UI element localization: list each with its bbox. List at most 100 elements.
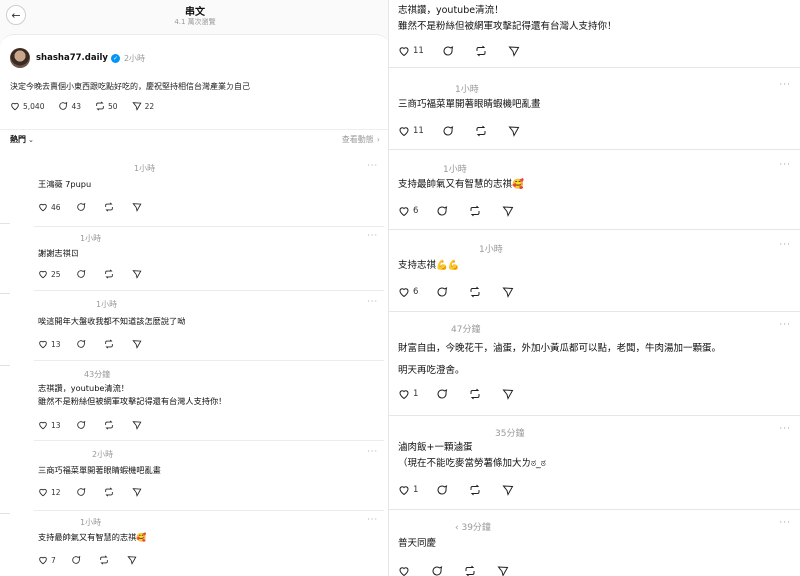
like-button[interactable]: 11 [398,125,424,137]
username[interactable]: shasha77.daily [36,53,108,63]
repost-button[interactable] [104,487,117,497]
comment-button[interactable] [442,45,457,57]
comment-button[interactable] [436,205,451,217]
like-button[interactable]: 1 [398,484,418,496]
comment-button[interactable] [436,388,451,400]
more-options-icon[interactable]: ··· [367,447,378,456]
more-options-icon[interactable]: ··· [779,320,791,330]
like-count: 46 [51,202,61,212]
reply-actions: 7 [38,555,155,565]
post-header: shasha77.daily ✓ 2小時 [10,47,145,69]
comment-icon [59,101,68,110]
reply-text: 唉這開年大盤收我都不知道該怎麼說了呦 [38,316,186,326]
comment-button[interactable] [442,125,457,137]
like-button[interactable]: 1 [398,388,418,400]
share-button[interactable] [131,420,145,430]
heart-icon [399,567,409,576]
heart-icon [39,270,47,279]
like-button[interactable]: 6 [398,286,418,298]
repost-button[interactable] [99,555,112,565]
share-button[interactable] [131,269,145,279]
share-icon [131,102,142,111]
like-button[interactable]: 13 [38,420,61,430]
like-button[interactable]: 13 [38,339,61,349]
like-count: 5,040 [23,101,45,111]
more-options-icon[interactable]: ··· [779,80,791,90]
like-button[interactable]: 12 [38,487,61,497]
comment-button[interactable] [436,484,451,496]
like-count: 1 [413,485,419,495]
more-options-icon[interactable]: ··· [779,240,791,250]
comment-button[interactable]: 43 [58,101,81,111]
comment-button[interactable] [76,339,89,349]
view-activity-link[interactable]: 查看動態 › [342,134,380,145]
share-icon [502,389,514,400]
share-button[interactable] [131,487,145,497]
repost-button[interactable] [464,565,479,576]
view-count: 4.1 萬次瀏覽 [174,18,216,26]
repost-button[interactable] [469,205,484,217]
more-options-icon[interactable]: ··· [367,515,378,524]
repost-button[interactable] [469,484,484,496]
comment-button[interactable] [76,202,89,212]
like-button[interactable]: 11 [398,45,424,57]
comment-button[interactable] [76,420,89,430]
repost-button[interactable] [475,125,490,137]
share-button[interactable] [502,388,517,400]
share-button[interactable] [502,205,517,217]
comment-icon [437,287,448,297]
repost-button[interactable] [104,420,117,430]
repost-button[interactable] [475,45,490,57]
like-button[interactable] [398,565,413,576]
like-count: 1 [413,389,419,399]
comment-button[interactable] [76,269,89,279]
like-button[interactable]: 25 [38,269,61,279]
more-options-icon[interactable]: ··· [367,231,378,240]
more-options-icon[interactable]: ··· [779,160,791,170]
repost-icon [104,420,113,430]
like-button[interactable]: 5,040 [10,101,44,111]
comment-button[interactable] [436,286,451,298]
share-button[interactable] [508,125,523,137]
sort-dropdown[interactable]: 熱門 ⌄ [10,134,34,145]
more-options-icon[interactable]: ··· [367,297,378,306]
reply-actions: 11 [398,125,541,137]
repost-button[interactable] [469,388,484,400]
repost-icon [476,45,486,57]
more-options-icon[interactable]: ··· [367,161,378,170]
share-icon [131,421,141,430]
more-options-icon[interactable]: ··· [779,518,791,528]
share-icon [508,126,520,137]
repost-button[interactable]: 50 [95,101,118,111]
comment-button[interactable] [431,565,446,576]
avatar[interactable] [10,48,30,68]
repost-button[interactable] [104,202,117,212]
repost-button[interactable] [104,339,117,349]
heart-icon [399,288,409,298]
share-button[interactable] [508,45,523,57]
reply-time: 1小時 [80,234,102,243]
share-button[interactable] [131,339,145,349]
share-button[interactable]: 22 [131,101,155,111]
reply-item: 1小時 ··· 謝謝志祺ㄖ 25 [34,231,384,291]
share-button[interactable] [127,555,140,565]
reply-item: 35分鐘 ··· 滷肉飯+一顆滷蛋 （現在不能吃麥當勞薯條加大ㄌಠ_ಠ 1 [389,416,800,510]
like-button[interactable]: 7 [38,555,56,565]
share-button[interactable] [131,202,145,212]
thread-panel-left: ← 串文 4.1 萬次瀏覽 shasha77.daily ✓ 2小時 決定今晚去… [0,0,390,576]
comment-icon [76,487,85,496]
share-count: 22 [144,101,155,111]
share-button[interactable] [502,286,517,298]
comment-button[interactable] [76,487,89,497]
like-button[interactable]: 46 [38,202,61,212]
more-options-icon[interactable]: ··· [779,424,791,434]
share-button[interactable] [502,484,517,496]
reply-text: 謝謝志祺ㄖ [38,248,79,258]
repost-button[interactable] [469,286,484,298]
like-count: 6 [413,287,419,297]
share-button[interactable] [497,565,512,576]
comment-button[interactable] [71,555,84,565]
like-button[interactable]: 6 [398,205,418,217]
repost-button[interactable] [104,269,117,279]
heart-icon [39,488,47,497]
